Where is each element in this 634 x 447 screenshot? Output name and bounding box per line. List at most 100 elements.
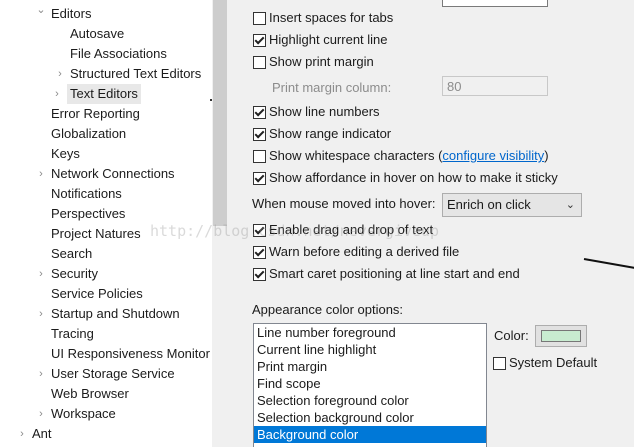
chevron-right-icon[interactable]: › — [35, 304, 47, 324]
preferences-tree: ⌄ Editors Autosave File Associations › Struct… — [0, 0, 212, 447]
highlight-line-checkbox[interactable] — [253, 34, 266, 47]
chevron-right-icon[interactable]: › — [54, 64, 66, 84]
insert-spaces-option[interactable]: Insert spaces for tabs — [253, 8, 393, 28]
range-indicator-label: Show range indicator — [269, 126, 392, 141]
line-numbers-option[interactable]: Show line numbers — [253, 102, 380, 122]
tree-item-label: Autosave — [70, 26, 125, 41]
tree-item-autosave[interactable]: Autosave — [70, 24, 124, 44]
chevron-down-icon: ⌄ — [565, 199, 575, 211]
appearance-color-item[interactable]: Background color — [254, 426, 486, 443]
insert-spaces-label: Insert spaces for tabs — [269, 10, 394, 25]
pane-sash[interactable] — [228, 0, 240, 447]
smart-caret-option[interactable]: Smart caret positioning at line start an… — [253, 264, 520, 284]
tree-item-label: Ant — [32, 426, 52, 441]
warn-derived-checkbox[interactable] — [253, 246, 266, 259]
color-picker-button[interactable] — [535, 325, 587, 347]
tree-item-structured-text-editors[interactable]: › Structured Text Editors — [58, 64, 202, 84]
tree-item-tracing[interactable]: Tracing — [51, 324, 94, 344]
appearance-title: Appearance color options: — [252, 302, 404, 317]
hover-behavior-select[interactable]: Enrich on click ⌄ — [442, 193, 582, 217]
tree-item-web-browser[interactable]: Web Browser — [51, 384, 129, 404]
chevron-right-icon[interactable]: › — [35, 164, 47, 184]
insert-spaces-checkbox[interactable] — [253, 12, 266, 25]
appearance-color-item[interactable]: Current line highlight — [254, 341, 486, 358]
whitespace-label: Show whitespace characters (configure vi… — [269, 148, 549, 163]
tree-item-editors[interactable]: ⌄ Editors — [36, 4, 91, 24]
tree-item-ant[interactable]: › Ant — [20, 424, 52, 444]
chevron-right-icon[interactable]: › — [35, 264, 47, 284]
affordance-checkbox[interactable] — [253, 172, 266, 185]
smart-caret-label: Smart caret positioning at line start an… — [269, 266, 520, 281]
print-margin-option[interactable]: Show print margin — [253, 52, 374, 72]
tree-item-globalization[interactable]: Globalization — [51, 124, 126, 144]
tree-item-security[interactable]: › Security — [39, 264, 98, 284]
whitespace-label-text: Show whitespace characters ( — [269, 148, 443, 163]
tree-item-label: Service Policies — [51, 286, 143, 301]
appearance-color-item[interactable]: Find scope — [254, 375, 486, 392]
tree-item-user-storage-service[interactable]: › User Storage Service — [39, 364, 175, 384]
tree-item-label: Error Reporting — [51, 106, 140, 121]
print-margin-column-field[interactable]: 80 — [442, 76, 548, 96]
appearance-color-items: Line number foreground Current line highl… — [254, 324, 486, 443]
tree-item-label: User Storage Service — [51, 366, 175, 381]
affordance-label: Show affordance in hover on how to make … — [269, 170, 558, 185]
tree-item-label: Workspace — [51, 406, 116, 421]
appearance-color-item[interactable]: Line number foreground — [254, 324, 486, 341]
appearance-color-item[interactable]: Selection background color — [254, 409, 486, 426]
chevron-right-icon[interactable]: › — [35, 364, 47, 384]
chevron-right-icon[interactable]: › — [35, 404, 47, 424]
chevron-right-icon[interactable]: › — [16, 424, 28, 444]
tree-item-keys[interactable]: Keys — [51, 144, 80, 164]
affordance-option[interactable]: Show affordance in hover on how to make … — [253, 168, 558, 188]
appearance-color-list[interactable]: Line number foreground Current line highl… — [253, 323, 487, 447]
smart-caret-checkbox[interactable] — [253, 268, 266, 281]
tree-item-network-connections[interactable]: › Network Connections — [39, 164, 174, 184]
tree-item-perspectives[interactable]: Perspectives — [51, 204, 125, 224]
system-default-label: System Default — [509, 355, 598, 370]
warn-derived-label: Warn before editing a derived file — [269, 244, 460, 259]
print-margin-column-label: Print margin column: — [272, 80, 392, 95]
tree-item-project-natures[interactable]: Project Natures — [51, 224, 141, 244]
appearance-color-item[interactable]: Print margin — [254, 358, 486, 375]
print-margin-checkbox[interactable] — [253, 56, 266, 69]
tree-scrollbar-thumb[interactable] — [213, 0, 227, 226]
hover-label: When mouse moved into hover: — [252, 196, 436, 211]
drag-drop-checkbox[interactable] — [253, 224, 266, 237]
drag-drop-option[interactable]: Enable drag and drop of text — [253, 220, 433, 240]
range-indicator-checkbox[interactable] — [253, 128, 266, 141]
chevron-right-icon[interactable]: › — [51, 84, 63, 104]
appearance-color-item[interactable]: Selection foreground color — [254, 392, 486, 409]
tree-item-label: Notifications — [51, 186, 122, 201]
system-default-checkbox[interactable] — [493, 357, 506, 370]
tree-item-error-reporting[interactable]: Error Reporting — [51, 104, 140, 124]
line-numbers-checkbox[interactable] — [253, 106, 266, 119]
warn-derived-option[interactable]: Warn before editing a derived file — [253, 242, 459, 262]
tree-item-search[interactable]: Search — [51, 244, 92, 264]
configure-visibility-link[interactable]: configure visibility — [442, 148, 544, 163]
tree-item-service-policies[interactable]: Service Policies — [51, 284, 143, 304]
tree-item-notifications[interactable]: Notifications — [51, 184, 122, 204]
tree-item-startup-and-shutdown[interactable]: › Startup and Shutdown — [39, 304, 180, 324]
tree-item-label: Search — [51, 246, 93, 261]
whitespace-option[interactable]: Show whitespace characters (configure vi… — [253, 146, 549, 166]
color-swatch — [541, 330, 581, 342]
tree-item-label: Structured Text Editors — [70, 66, 202, 81]
tree-item-workspace[interactable]: › Workspace — [39, 404, 116, 424]
tree-item-text-editors[interactable]: › Text Editors — [55, 84, 141, 104]
highlight-line-label: Highlight current line — [269, 32, 388, 47]
system-default-option[interactable]: System Default — [493, 353, 597, 373]
tree-item-label: Startup and Shutdown — [51, 306, 180, 321]
tree-item-label: Globalization — [51, 126, 127, 141]
highlight-line-option[interactable]: Highlight current line — [253, 30, 388, 50]
tree-item-label: Web Browser — [51, 386, 129, 401]
tree-item-label: UI Responsiveness Monitor — [51, 346, 210, 361]
tree-item-ui-responsiveness-monitor[interactable]: UI Responsiveness Monitor — [51, 344, 210, 364]
tree-item-file-associations[interactable]: File Associations — [70, 44, 167, 64]
drag-drop-label: Enable drag and drop of text — [269, 222, 434, 237]
chevron-down-icon[interactable]: ⌄ — [35, 0, 47, 20]
line-numbers-label: Show line numbers — [269, 104, 380, 119]
whitespace-checkbox[interactable] — [253, 150, 266, 163]
tree-item-label: Tracing — [51, 326, 94, 341]
tab-width-field[interactable] — [442, 0, 548, 7]
range-indicator-option[interactable]: Show range indicator — [253, 124, 391, 144]
